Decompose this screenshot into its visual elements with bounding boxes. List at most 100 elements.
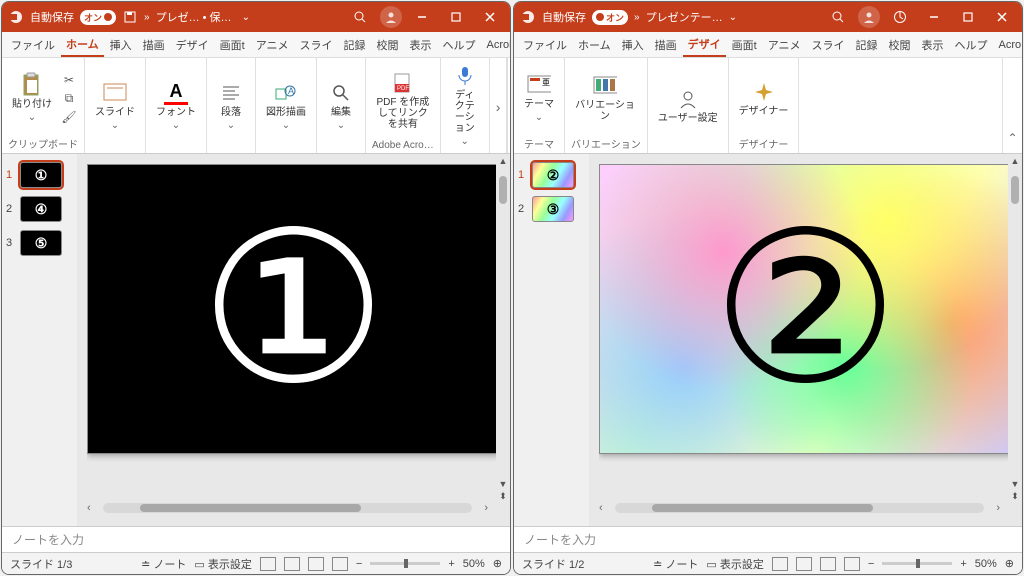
slide-thumbnail[interactable]: ④ bbox=[20, 196, 62, 222]
thumbnail-row[interactable]: 2 ④ bbox=[6, 196, 73, 222]
tab-acrobat[interactable]: Acrob bbox=[482, 36, 510, 54]
notes-toggle[interactable]: ≐ ノート bbox=[141, 556, 186, 572]
ribbon-collapse-button[interactable]: ⌃ bbox=[507, 58, 510, 153]
tab-screen[interactable]: 画面t bbox=[215, 34, 250, 56]
normal-view-button[interactable] bbox=[260, 557, 276, 571]
title-chevron-icon[interactable]: ⌄ bbox=[242, 12, 250, 23]
dictation-button[interactable]: ディクテーション ⌄ bbox=[447, 62, 483, 149]
thumbnail-row[interactable]: 1 ① bbox=[6, 162, 73, 188]
slide-button[interactable]: スライド ⌄ bbox=[91, 79, 139, 133]
doc-title[interactable]: プレゼンテー… bbox=[646, 9, 723, 25]
horizontal-scrollbar[interactable]: ‹› bbox=[87, 500, 500, 516]
zoom-slider[interactable] bbox=[370, 562, 440, 565]
maximize-button[interactable] bbox=[442, 3, 470, 31]
font-button[interactable]: A フォント ⌄ bbox=[152, 79, 200, 133]
tab-record[interactable]: 記録 bbox=[339, 34, 371, 56]
close-button[interactable] bbox=[476, 3, 504, 31]
slide-thumbnail[interactable]: ② bbox=[532, 162, 574, 188]
cut-icon[interactable]: ✂ bbox=[60, 73, 78, 87]
zoom-out-button[interactable]: − bbox=[868, 558, 874, 570]
tab-slide[interactable]: スライ bbox=[807, 34, 850, 56]
autosave-toggle[interactable]: オン bbox=[592, 10, 628, 25]
tab-home[interactable]: ホーム bbox=[61, 33, 104, 57]
horizontal-scrollbar[interactable]: ‹› bbox=[599, 500, 1012, 516]
zoom-level[interactable]: 50% bbox=[975, 558, 997, 570]
tab-review[interactable]: 校閲 bbox=[884, 34, 916, 56]
fit-window-button[interactable]: ⊕ bbox=[493, 557, 502, 570]
tab-screen[interactable]: 画面t bbox=[727, 34, 762, 56]
designer-button[interactable]: デザイナー bbox=[735, 78, 793, 119]
slideshow-view-button[interactable] bbox=[332, 557, 348, 571]
sorter-view-button[interactable] bbox=[796, 557, 812, 571]
account-avatar[interactable] bbox=[858, 6, 880, 28]
slide-thumbnail[interactable]: ⑤ bbox=[20, 230, 62, 256]
zoom-in-button[interactable]: + bbox=[960, 558, 966, 570]
fit-window-button[interactable]: ⊕ bbox=[1005, 557, 1014, 570]
zoom-slider[interactable] bbox=[882, 562, 952, 565]
shapes-button[interactable]: A 図形描画 ⌄ bbox=[262, 79, 310, 133]
search-icon[interactable] bbox=[346, 3, 374, 31]
tab-design[interactable]: デザイ bbox=[683, 33, 726, 57]
doc-title[interactable]: プレゼ… • 保存… bbox=[156, 9, 236, 25]
edit-button[interactable]: 編集 ⌄ bbox=[323, 79, 359, 133]
account-avatar[interactable] bbox=[380, 6, 402, 28]
display-settings[interactable]: ▭ 表示設定 bbox=[194, 556, 251, 572]
thumbnail-row[interactable]: 2 ③ bbox=[518, 196, 585, 222]
slideshow-view-button[interactable] bbox=[844, 557, 860, 571]
thumbnail-row[interactable]: 1 ② bbox=[518, 162, 585, 188]
slide-canvas[interactable]: ② bbox=[599, 164, 1012, 454]
themes-button[interactable]: 亜ぁ テーマ ⌄ bbox=[520, 71, 558, 125]
more-icon[interactable]: » bbox=[144, 12, 150, 23]
notes-pane[interactable]: ノートを入力 bbox=[2, 526, 510, 552]
tab-acrobat[interactable]: Acro bbox=[994, 36, 1022, 54]
tab-draw[interactable]: 描画 bbox=[138, 34, 170, 56]
pdf-share-button[interactable]: PDF PDF を作成してリンクを共有 bbox=[372, 69, 434, 132]
variations-button[interactable]: バリエーション bbox=[571, 72, 639, 124]
tab-design[interactable]: デザイ bbox=[171, 34, 214, 56]
paste-button[interactable]: 貼り付け ⌄ bbox=[8, 71, 56, 125]
tab-insert[interactable]: 挿入 bbox=[105, 34, 137, 56]
tab-view[interactable]: 表示 bbox=[917, 34, 949, 56]
save-icon[interactable] bbox=[122, 9, 138, 25]
tab-anime[interactable]: アニメ bbox=[251, 34, 294, 56]
search-icon[interactable] bbox=[824, 3, 852, 31]
close-button[interactable] bbox=[988, 3, 1016, 31]
tab-review[interactable]: 校閲 bbox=[372, 34, 404, 56]
tab-help[interactable]: ヘルプ bbox=[438, 34, 481, 56]
slide-canvas[interactable]: ① bbox=[87, 164, 500, 454]
sorter-view-button[interactable] bbox=[284, 557, 300, 571]
tab-draw[interactable]: 描画 bbox=[650, 34, 682, 56]
tab-anime[interactable]: アニメ bbox=[763, 34, 806, 56]
group-more[interactable]: › bbox=[490, 58, 508, 153]
slide-thumbnail[interactable]: ① bbox=[20, 162, 62, 188]
tab-slide[interactable]: スライ bbox=[295, 34, 338, 56]
zoom-in-button[interactable]: + bbox=[448, 558, 454, 570]
paragraph-button[interactable]: 段落 ⌄ bbox=[213, 79, 249, 133]
reading-view-button[interactable] bbox=[820, 557, 836, 571]
more-icon[interactable]: » bbox=[634, 12, 640, 23]
tab-file[interactable]: ファイル bbox=[518, 34, 572, 56]
tab-record[interactable]: 記録 bbox=[851, 34, 883, 56]
notes-pane[interactable]: ノートを入力 bbox=[514, 526, 1022, 552]
ribbon-collapse-button[interactable]: ⌃ bbox=[1002, 58, 1022, 153]
user-settings-button[interactable]: ユーザー設定 bbox=[654, 85, 722, 126]
normal-view-button[interactable] bbox=[772, 557, 788, 571]
minimize-button[interactable] bbox=[408, 3, 436, 31]
autosave-toggle[interactable]: オン bbox=[80, 10, 116, 25]
vertical-scrollbar[interactable]: ▲ ▼ ⬍ bbox=[496, 154, 510, 504]
vertical-scrollbar[interactable]: ▲ ▼ ⬍ bbox=[1008, 154, 1022, 504]
thumbnail-row[interactable]: 3 ⑤ bbox=[6, 230, 73, 256]
copy-icon[interactable]: ⧉ bbox=[60, 91, 78, 106]
tab-help[interactable]: ヘルプ bbox=[950, 34, 993, 56]
tab-insert[interactable]: 挿入 bbox=[617, 34, 649, 56]
tab-view[interactable]: 表示 bbox=[405, 34, 437, 56]
notes-toggle[interactable]: ≐ ノート bbox=[653, 556, 698, 572]
title-chevron-icon[interactable]: ⌄ bbox=[729, 12, 737, 23]
tab-file[interactable]: ファイル bbox=[6, 34, 60, 56]
display-settings[interactable]: ▭ 表示設定 bbox=[706, 556, 763, 572]
reading-view-button[interactable] bbox=[308, 557, 324, 571]
slide-thumbnail[interactable]: ③ bbox=[532, 196, 574, 222]
zoom-out-button[interactable]: − bbox=[356, 558, 362, 570]
maximize-button[interactable] bbox=[954, 3, 982, 31]
coming-soon-icon[interactable] bbox=[886, 3, 914, 31]
